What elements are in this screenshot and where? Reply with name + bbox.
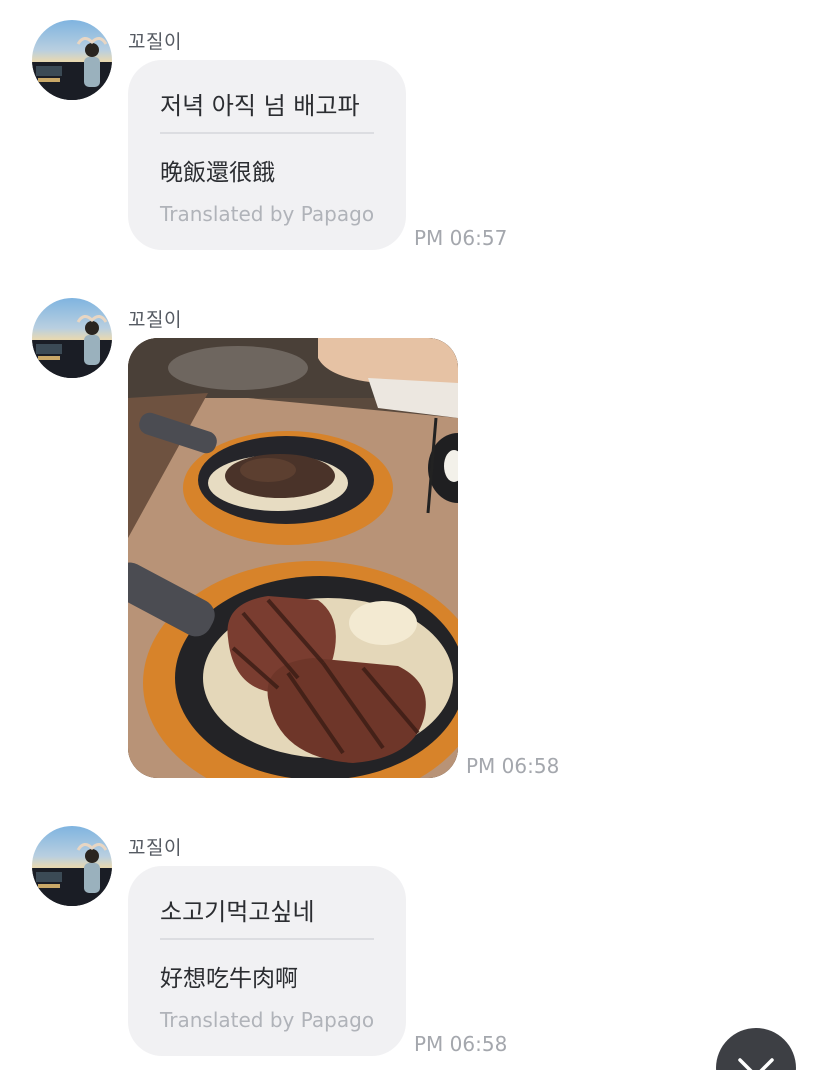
steak-photo [128, 338, 458, 778]
photo-message[interactable] [128, 338, 458, 778]
message-bubble[interactable]: 저녁 아직 넘 배고파 晚飯還很餓 Translated by Papago [128, 60, 406, 250]
scroll-to-bottom-button[interactable] [716, 1028, 796, 1070]
translated-text: 晚飯還很餓 [160, 160, 275, 186]
sender-avatar[interactable] [32, 298, 112, 378]
original-text: 저녁 아직 넘 배고파 [160, 92, 360, 120]
avatar-image [32, 315, 112, 378]
message-time: PM 06:58 [466, 754, 560, 778]
sender-avatar[interactable] [32, 826, 112, 906]
message-time: PM 06:58 [414, 1032, 508, 1056]
message-time: PM 06:57 [414, 226, 508, 250]
message-bubble[interactable]: 소고기먹고싶네 好想吃牛肉啊 Translated by Papago [128, 866, 406, 1056]
sender-avatar[interactable] [32, 20, 112, 100]
sender-name: 꼬질이 [128, 31, 182, 53]
avatar-image [32, 843, 112, 906]
chevron-down-icon [738, 1058, 774, 1070]
translation-divider [160, 938, 374, 940]
avatar-image [32, 37, 112, 100]
original-text: 소고기먹고싶네 [160, 898, 315, 926]
translation-credit: Translated by Papago [160, 1008, 375, 1032]
translation-divider [160, 132, 374, 134]
sender-name: 꼬질이 [128, 837, 182, 859]
translation-credit: Translated by Papago [160, 202, 375, 226]
translated-text: 好想吃牛肉啊 [160, 966, 298, 992]
sender-name: 꼬질이 [128, 309, 182, 331]
